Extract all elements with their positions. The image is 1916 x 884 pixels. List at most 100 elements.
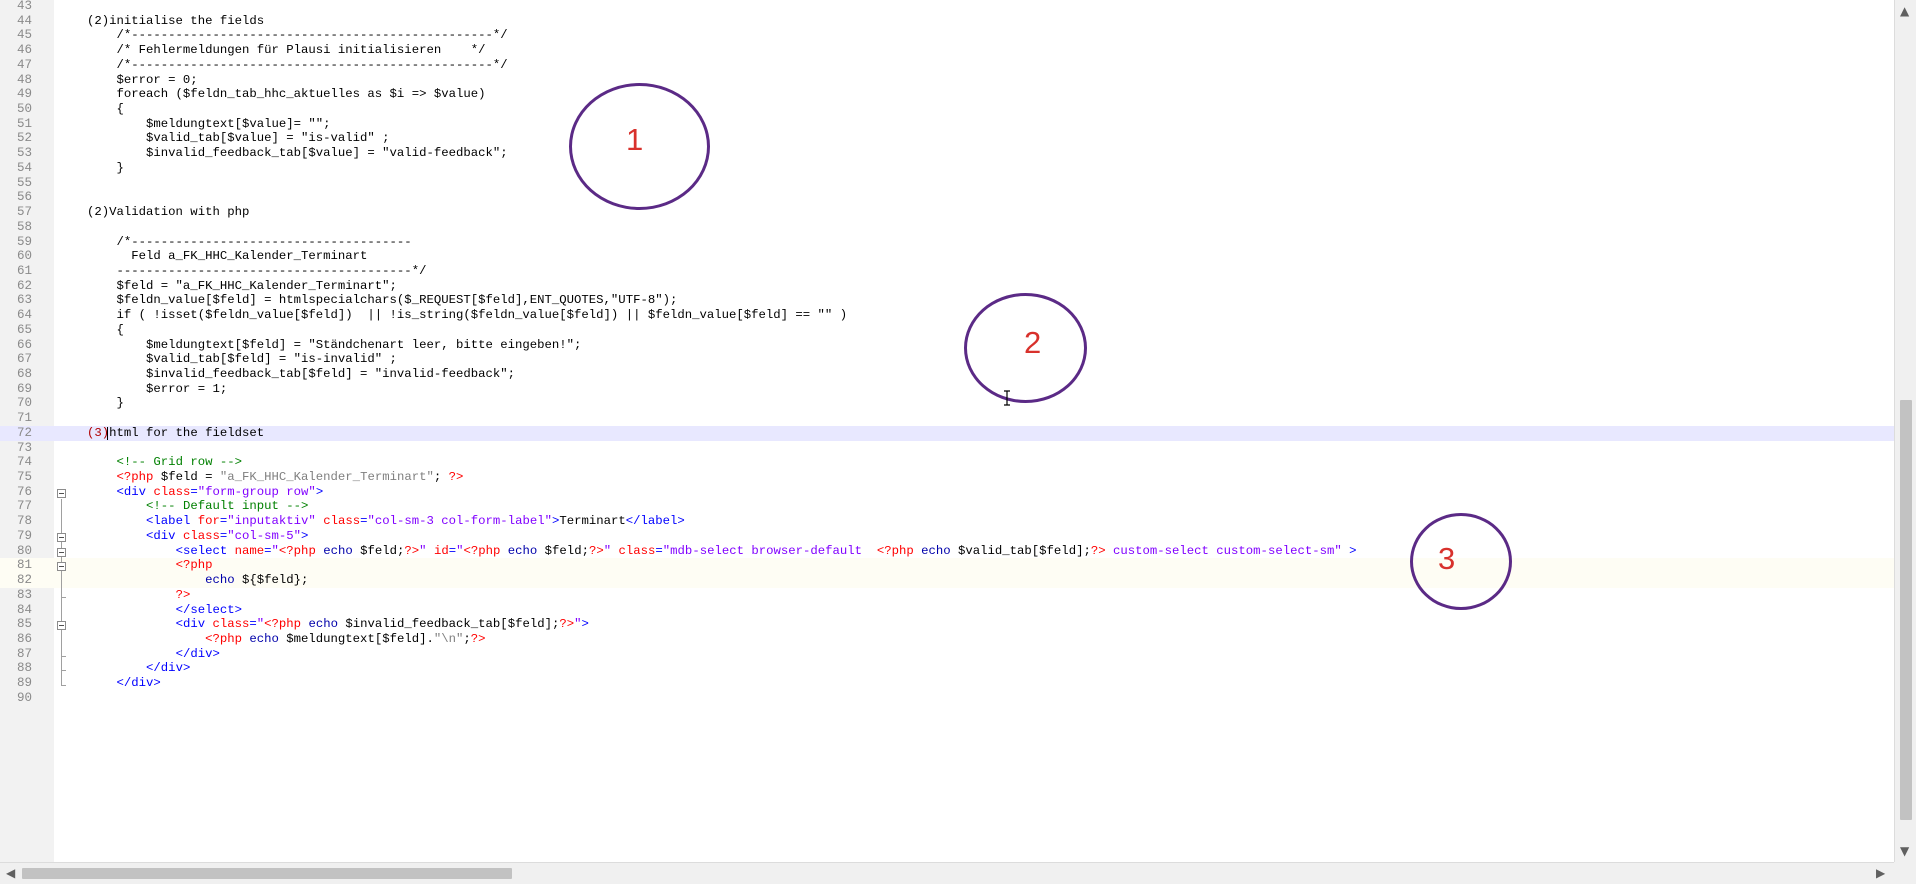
code-line[interactable]: 81 <?php bbox=[0, 558, 1894, 577]
code-text[interactable]: <?php $feld = "a_FK_HHC_Kalender_Termina… bbox=[87, 470, 464, 485]
code-text[interactable]: $error = 0; bbox=[87, 73, 198, 88]
code-line[interactable]: 44 (2)initialise the fields bbox=[0, 14, 1894, 29]
code-line[interactable]: 72 (3)html for the fieldset bbox=[0, 425, 1894, 441]
code-text[interactable]: $error = 1; bbox=[87, 382, 227, 397]
code-text[interactable]: <div class= " <?php echo $invalid_feedback… bbox=[87, 617, 589, 632]
scroll-right-arrow-icon[interactable]: ▶ bbox=[1876, 866, 1885, 880]
code-line[interactable]: 83 ?> bbox=[0, 587, 1894, 606]
code-line[interactable]: 82 echo ${$feld}; bbox=[0, 573, 1894, 592]
code-line[interactable]: 69 $error = 1; bbox=[0, 382, 1894, 397]
code-line[interactable]: 87 </div> bbox=[0, 646, 1894, 665]
code-line[interactable]: 46 /* Fehlermeldungen für Plausi initial… bbox=[0, 43, 1894, 58]
code-line[interactable]: 75 <?php $feld = "a_FK_HHC_Kalender_Term… bbox=[0, 470, 1894, 485]
scroll-up-arrow-icon[interactable]: ▲ bbox=[1900, 4, 1909, 18]
code-text[interactable]: /*-------------------------------------- bbox=[87, 235, 412, 250]
code-text[interactable]: foreach ($feldn_tab_hhc_aktuelles as $i … bbox=[87, 87, 486, 102]
code-line[interactable]: 57 (2)Validation with php bbox=[0, 205, 1894, 220]
code-line[interactable]: 62 $feld = "a_FK_HHC_Kalender_Terminart"… bbox=[0, 279, 1894, 294]
code-line[interactable]: 63 $feldn_value[$feld] = htmlspecialchar… bbox=[0, 293, 1894, 308]
code-line[interactable]: 76 <div class="form-group row"> bbox=[0, 485, 1894, 500]
code-line[interactable]: 60 Feld a_FK_HHC_Kalender_Terminart bbox=[0, 249, 1894, 264]
code-text[interactable]: </select> bbox=[87, 603, 242, 618]
code-line[interactable]: 53 $invalid_feedback_tab[$value] = "vali… bbox=[0, 146, 1894, 161]
code-line[interactable]: 45 /*-----------------------------------… bbox=[0, 28, 1894, 43]
code-text[interactable]: </div> bbox=[87, 676, 161, 691]
code-text[interactable]: } bbox=[87, 396, 124, 411]
code-line[interactable]: 51 $meldungtext[$value]= ""; bbox=[0, 117, 1894, 132]
code-text[interactable]: $invalid_feedback_tab[$feld] = "invalid-… bbox=[87, 367, 515, 382]
code-line[interactable]: 88 </div> bbox=[0, 661, 1894, 680]
code-text[interactable]: echo ${$feld}; bbox=[87, 573, 308, 588]
code-line[interactable]: 56 bbox=[0, 190, 1894, 205]
code-line[interactable]: 43 bbox=[0, 0, 1894, 14]
fold-toggle-icon[interactable] bbox=[57, 621, 66, 631]
code-text[interactable]: <?php echo $meldungtext[$feld]."\n";?> bbox=[87, 632, 485, 647]
vertical-scrollbar[interactable]: ▲ ▼ bbox=[1894, 0, 1916, 862]
code-text[interactable]: $valid_tab[$value] = "is-valid" ; bbox=[87, 131, 390, 146]
code-text[interactable]: </div> bbox=[87, 647, 220, 662]
code-text[interactable]: $meldungtext[$value]= ""; bbox=[87, 117, 331, 132]
code-line[interactable]: 59 /*-----------------------------------… bbox=[0, 235, 1894, 250]
fold-toggle-icon[interactable] bbox=[57, 532, 66, 542]
code-text[interactable]: $valid_tab[$feld] = "is-invalid" ; bbox=[87, 352, 397, 367]
scroll-left-arrow-icon[interactable]: ◀ bbox=[6, 866, 15, 880]
code-line[interactable]: 74 <!-- Grid row --> bbox=[0, 455, 1894, 470]
code-text[interactable]: $feldn_value[$feld] = htmlspecialchars($… bbox=[87, 293, 678, 308]
code-text[interactable]: ----------------------------------------… bbox=[87, 264, 427, 279]
code-line[interactable]: 50 { bbox=[0, 102, 1894, 117]
code-line[interactable]: 68 $invalid_feedback_tab[$feld] = "inval… bbox=[0, 367, 1894, 382]
code-text[interactable]: /*--------------------------------------… bbox=[87, 58, 508, 73]
code-line[interactable]: 48 $error = 0; bbox=[0, 73, 1894, 88]
code-text[interactable]: <?php bbox=[87, 558, 213, 573]
code-line[interactable]: 58 bbox=[0, 220, 1894, 235]
code-text[interactable]: } bbox=[87, 161, 124, 176]
code-text[interactable]: Feld a_FK_HHC_Kalender_Terminart bbox=[87, 249, 367, 264]
code-line[interactable]: 52 $valid_tab[$value] = "is-valid" ; bbox=[0, 131, 1894, 146]
code-text[interactable]: { bbox=[87, 323, 124, 338]
code-text[interactable]: $meldungtext[$feld] = "Ständchenart leer… bbox=[87, 338, 581, 353]
code-text[interactable]: (2)initialise the fields bbox=[87, 14, 264, 29]
fold-toggle-icon[interactable] bbox=[57, 547, 66, 557]
code-line[interactable]: 47 /*-----------------------------------… bbox=[0, 58, 1894, 73]
code-line[interactable]: 86 <?php echo $meldungtext[$feld]."\n";?… bbox=[0, 631, 1894, 650]
code-text[interactable]: { bbox=[87, 102, 124, 117]
code-text[interactable]: <select name="<?php echo $feld;?>" id="<… bbox=[87, 544, 1357, 559]
code-line[interactable]: 73 bbox=[0, 441, 1894, 456]
code-line[interactable]: 80 <select name="<?php echo $feld;?>" id… bbox=[0, 543, 1894, 562]
horizontal-scroll-thumb[interactable] bbox=[22, 868, 512, 879]
code-line[interactable]: 89 </div> bbox=[0, 676, 1894, 691]
code-line[interactable]: 79 <div class="col-sm-5"> bbox=[0, 528, 1894, 547]
code-text[interactable]: if ( !isset($feldn_value[$feld]) || !is_… bbox=[87, 308, 848, 323]
code-text[interactable]: ?> bbox=[87, 588, 191, 603]
code-line[interactable]: 64 if ( !isset($feldn_value[$feld]) || !… bbox=[0, 308, 1894, 323]
code-line[interactable]: 70 } bbox=[0, 396, 1894, 411]
code-text[interactable]: /* Fehlermeldungen für Plausi initialisi… bbox=[87, 43, 486, 58]
code-text[interactable]: /*--------------------------------------… bbox=[87, 28, 508, 43]
code-line[interactable]: 61 -------------------------------------… bbox=[0, 264, 1894, 279]
code-line[interactable]: 54 } bbox=[0, 161, 1894, 176]
code-editor[interactable]: 43 44 (2)initialise the fields 45 /*-------… bbox=[0, 0, 1894, 862]
code-line[interactable]: 77 <!-- Default input --> bbox=[0, 499, 1894, 518]
code-text[interactable]: (2)Validation with php bbox=[87, 205, 249, 220]
fold-toggle-icon[interactable] bbox=[57, 488, 66, 498]
horizontal-scrollbar[interactable]: ◀ ▶ bbox=[0, 862, 1894, 884]
code-text[interactable]: $feld = "a_FK_HHC_Kalender_Terminart"; bbox=[87, 279, 397, 294]
scroll-down-arrow-icon[interactable]: ▼ bbox=[1900, 844, 1909, 858]
code-line[interactable]: 65 { bbox=[0, 323, 1894, 338]
code-text[interactable]: <label for="inputaktiv" class="col-sm-3 … bbox=[87, 514, 685, 529]
code-line[interactable]: 55 bbox=[0, 176, 1894, 191]
code-text[interactable]: $invalid_feedback_tab[$value] = "valid-f… bbox=[87, 146, 508, 161]
code-line[interactable]: 49 foreach ($feldn_tab_hhc_aktuelles as … bbox=[0, 87, 1894, 102]
code-line[interactable]: 66 $meldungtext[$feld] = "Ständchenart l… bbox=[0, 338, 1894, 353]
code-line[interactable]: 67 $valid_tab[$feld] = "is-invalid" ; bbox=[0, 352, 1894, 367]
code-text[interactable]: <div class="col-sm-5"> bbox=[87, 529, 308, 544]
code-line[interactable]: 71 bbox=[0, 411, 1894, 426]
code-text[interactable]: (3)html for the fieldset bbox=[87, 426, 264, 441]
code-line[interactable]: 84 </select> bbox=[0, 602, 1894, 621]
code-text[interactable]: </div> bbox=[87, 661, 190, 676]
code-text[interactable]: <!-- Grid row --> bbox=[87, 455, 242, 470]
code-line[interactable]: 78 <label for="inputaktiv" class="col-sm… bbox=[0, 514, 1894, 533]
code-line[interactable]: 85 <div class= " <?php echo $invalid_feedb… bbox=[0, 617, 1894, 636]
fold-toggle-icon[interactable] bbox=[57, 562, 66, 572]
vertical-scroll-thumb[interactable] bbox=[1900, 400, 1912, 820]
